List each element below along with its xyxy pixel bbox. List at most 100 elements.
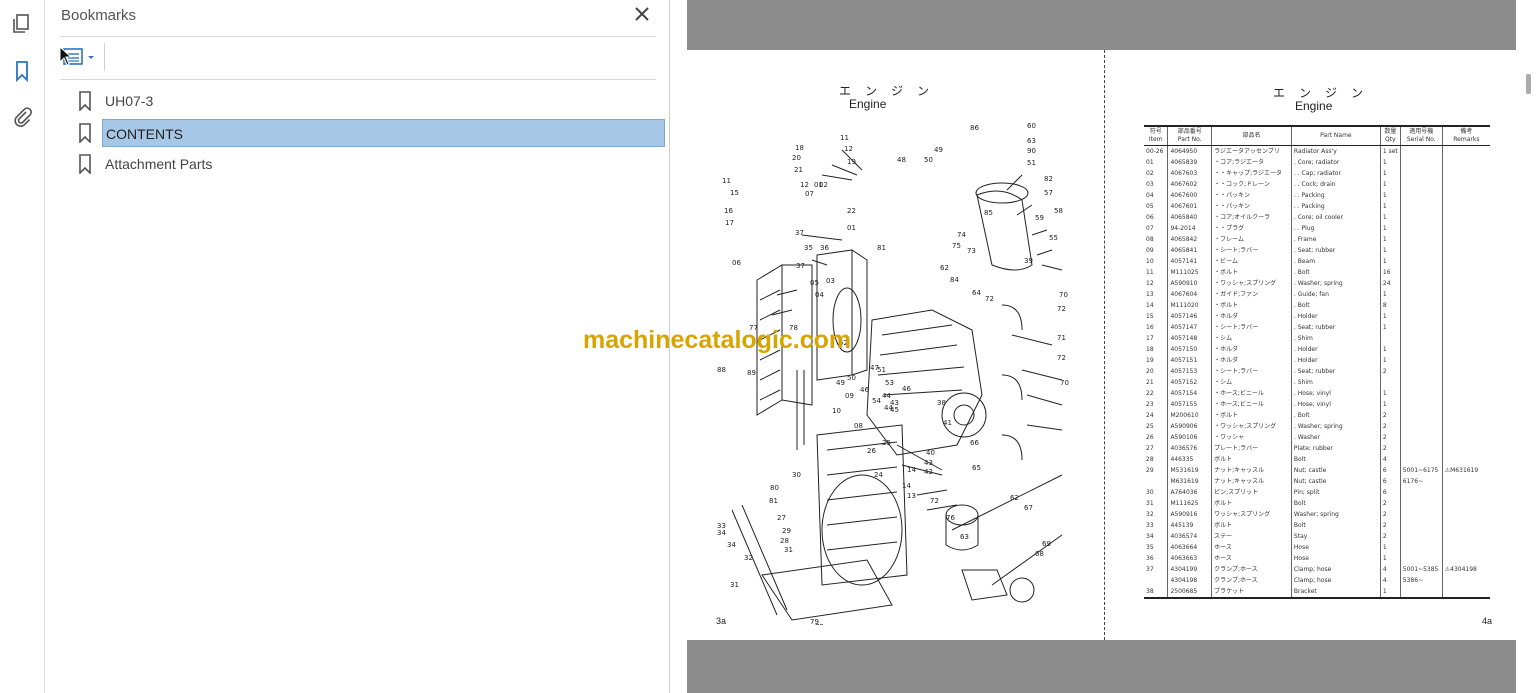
table-cell: クランプ;ホース bbox=[1211, 575, 1292, 586]
svg-text:70: 70 bbox=[1059, 291, 1068, 299]
table-cell bbox=[1399, 300, 1443, 311]
table-cell bbox=[1441, 476, 1490, 487]
scrollbar-thumb[interactable] bbox=[1526, 74, 1531, 94]
svg-text:03: 03 bbox=[826, 277, 835, 285]
bookmark-item-uh07-3[interactable]: UH07-3 bbox=[76, 87, 666, 115]
svg-text:58: 58 bbox=[1054, 207, 1063, 215]
table-row: 13 4067604 ・ガイド;ファン. Guide; fan 1 bbox=[1144, 289, 1490, 300]
table-cell: 1 bbox=[1379, 223, 1401, 234]
svg-text:43: 43 bbox=[924, 459, 933, 467]
table-cell: プレート;ラバー bbox=[1211, 443, 1292, 454]
table-cell: ・コア;オイルクーラ bbox=[1211, 212, 1292, 223]
svg-text:19: 19 bbox=[847, 158, 856, 166]
bookmark-item-attachment-parts[interactable]: Attachment Parts bbox=[76, 150, 666, 178]
table-cell: ・・プラグ bbox=[1211, 223, 1292, 234]
table-row: 33 445139 ボルト Bolt 2 bbox=[1144, 520, 1490, 531]
svg-text:70: 70 bbox=[1060, 379, 1069, 387]
attachment-icon[interactable] bbox=[8, 103, 36, 131]
svg-text:62: 62 bbox=[1010, 494, 1019, 502]
table-row: 04 4067600 ・・パッキン. . Packing 1 bbox=[1144, 190, 1490, 201]
table-row: 03 4067602 ・・コック;ドレーン. . Cock; drain 1 bbox=[1144, 179, 1490, 190]
table-cell: 4067601 bbox=[1167, 201, 1212, 212]
table-cell bbox=[1399, 256, 1443, 267]
table-cell: ・・キャップ;ラジエータ bbox=[1211, 168, 1292, 179]
svg-text:72: 72 bbox=[1057, 305, 1066, 313]
mouse-cursor-icon bbox=[59, 45, 73, 66]
table-cell bbox=[1441, 377, 1490, 388]
table-cell: 4057151 bbox=[1167, 355, 1212, 366]
svg-text:37: 37 bbox=[796, 262, 805, 270]
parts-table-header-cell: 部品番号 Part No. bbox=[1167, 126, 1212, 146]
table-cell: 2 bbox=[1379, 520, 1401, 531]
table-cell bbox=[1144, 575, 1168, 586]
svg-text:65: 65 bbox=[972, 464, 981, 472]
svg-text:36: 36 bbox=[820, 244, 829, 252]
table-cell: 4067604 bbox=[1167, 289, 1212, 300]
table-cell: 35 bbox=[1146, 544, 1154, 551]
svg-text:39: 39 bbox=[1024, 257, 1033, 265]
table-cell: 28 bbox=[1146, 456, 1154, 463]
table-cell: . Core; oil cooler bbox=[1290, 212, 1381, 223]
table-cell: . Hose; vinyl bbox=[1290, 399, 1381, 410]
table-cell: ・ホルダ bbox=[1211, 344, 1292, 355]
svg-text:49: 49 bbox=[934, 146, 943, 154]
table-cell: 2 bbox=[1379, 410, 1401, 421]
table-cell: Hose bbox=[1290, 542, 1381, 553]
table-cell bbox=[1379, 377, 1401, 388]
svg-text:11: 11 bbox=[840, 134, 849, 142]
svg-text:80: 80 bbox=[770, 484, 779, 492]
table-cell: 01 bbox=[1146, 159, 1154, 166]
pages-icon[interactable] bbox=[8, 10, 36, 38]
parts-table: 符号 Item 部品番号 Part No. 部品名 Part Name 数量 Qty 適用号機 S… bbox=[1144, 125, 1490, 599]
table-cell: 16 bbox=[1379, 267, 1401, 278]
svg-text:14: 14 bbox=[907, 466, 916, 474]
table-cell: 22 bbox=[1146, 390, 1154, 397]
table-cell bbox=[1441, 421, 1490, 432]
svg-text:18: 18 bbox=[795, 144, 804, 152]
svg-text:41: 41 bbox=[943, 419, 952, 427]
header-en-label: Item bbox=[1148, 136, 1163, 143]
svg-text:12: 12 bbox=[800, 181, 809, 189]
table-cell: 4 bbox=[1379, 454, 1401, 465]
svg-text:81: 81 bbox=[769, 497, 778, 505]
table-cell: 24 bbox=[1379, 278, 1401, 289]
table-cell: . Seat; rubber bbox=[1290, 322, 1381, 333]
parts-table-header-cell: 備考 Remarks bbox=[1441, 126, 1490, 146]
page-gap-top bbox=[687, 0, 1516, 50]
table-cell: 31 bbox=[1146, 500, 1154, 507]
table-cell bbox=[1441, 190, 1490, 201]
table-cell bbox=[1379, 333, 1401, 344]
table-cell: 08 bbox=[1146, 236, 1154, 243]
svg-text:12: 12 bbox=[844, 145, 853, 153]
svg-text:81: 81 bbox=[877, 244, 886, 252]
table-cell bbox=[1399, 366, 1443, 377]
svg-text:90: 90 bbox=[1027, 147, 1036, 155]
table-cell: 1 bbox=[1379, 201, 1401, 212]
table-row: 35 4063664 ホース Hose 1 bbox=[1144, 542, 1490, 553]
table-cell: 11 bbox=[1146, 269, 1154, 276]
table-cell: ナット;キャッスル bbox=[1211, 465, 1292, 476]
svg-text:10: 10 bbox=[832, 407, 841, 415]
table-cell: 1 bbox=[1379, 179, 1401, 190]
table-cell: 4064950 bbox=[1167, 145, 1212, 157]
table-cell: 4057141 bbox=[1167, 256, 1212, 267]
table-cell: Bolt bbox=[1290, 498, 1381, 509]
close-icon[interactable] bbox=[632, 4, 652, 24]
parts-table-header-cell: 符号 Item bbox=[1144, 126, 1168, 146]
svg-text:63: 63 bbox=[1027, 137, 1036, 145]
bookmark-icon[interactable] bbox=[8, 57, 36, 85]
bookmark-item-contents[interactable]: CONTENTS bbox=[76, 119, 666, 147]
table-cell: ボルト bbox=[1211, 454, 1292, 465]
table-cell: 02 bbox=[1146, 170, 1154, 177]
table-cell: M111025 bbox=[1167, 267, 1212, 278]
svg-text:48: 48 bbox=[897, 156, 906, 164]
table-cell bbox=[1441, 575, 1490, 586]
panel-title: Bookmarks bbox=[61, 7, 137, 24]
table-cell bbox=[1441, 355, 1490, 366]
table-cell: 27 bbox=[1146, 445, 1154, 452]
table-cell bbox=[1399, 542, 1443, 553]
table-cell: 37 bbox=[1146, 566, 1154, 573]
table-cell bbox=[1441, 498, 1490, 509]
table-cell: 2 bbox=[1379, 366, 1401, 377]
table-cell: ラジエータアッセンブリ bbox=[1211, 145, 1292, 157]
